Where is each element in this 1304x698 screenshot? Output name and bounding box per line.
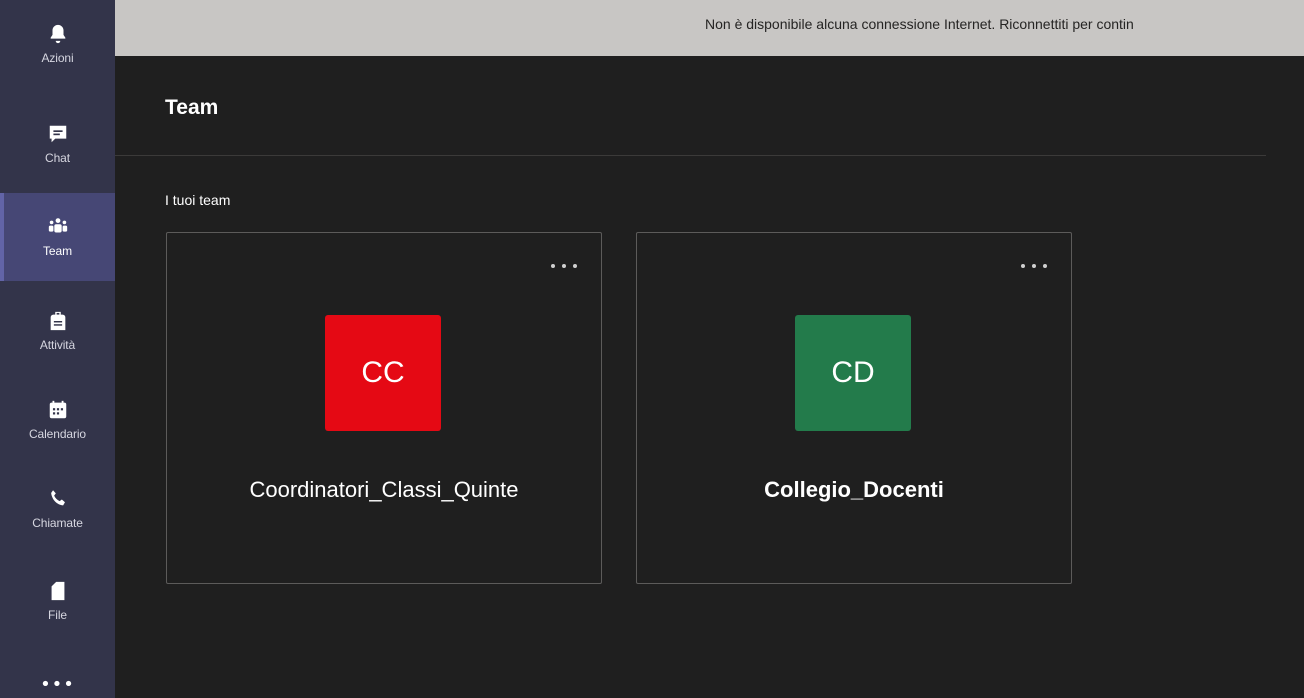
- rail-item-azioni[interactable]: Azioni: [0, 0, 115, 88]
- rail-item-calendario[interactable]: Calendario: [0, 376, 115, 464]
- dot-icon: [1021, 264, 1025, 268]
- more-apps-button[interactable]: •••: [0, 670, 115, 698]
- rail-item-team[interactable]: Team: [0, 193, 115, 281]
- team-name: Collegio_Docenti: [764, 477, 944, 502]
- rail-item-chat[interactable]: Chat: [0, 100, 115, 188]
- app-rail: Azioni Chat Team Attività Calendario Chi…: [0, 0, 115, 698]
- page-header: Team: [115, 56, 1266, 156]
- bell-icon: [44, 20, 72, 48]
- rail-item-attivita[interactable]: Attività: [0, 287, 115, 375]
- teams-app: Azioni Chat Team Attività Calendario Chi…: [0, 0, 1304, 698]
- team-card[interactable]: CC Coordinatori_Classi_Quinte: [166, 232, 602, 584]
- dot-icon: [562, 264, 566, 268]
- calendar-icon: [44, 396, 72, 424]
- offline-banner: Non è disponibile alcuna connessione Int…: [115, 0, 1304, 56]
- rail-item-label: Calendario: [28, 427, 87, 441]
- teams-icon: [44, 213, 72, 241]
- rail-item-label: File: [48, 608, 67, 622]
- team-avatar: CD: [795, 315, 911, 431]
- rail-item-file[interactable]: File: [0, 557, 115, 645]
- dot-icon: [573, 264, 577, 268]
- more-options-button[interactable]: [1021, 259, 1047, 273]
- team-card[interactable]: CD Collegio_Docenti: [636, 232, 1072, 584]
- section-title: I tuoi team: [165, 192, 231, 208]
- rail-item-label: Attività: [39, 338, 76, 352]
- chat-icon: [44, 120, 72, 148]
- more-options-button[interactable]: [551, 259, 577, 273]
- backpack-icon: [44, 307, 72, 335]
- phone-icon: [44, 485, 72, 513]
- page-title: Team: [165, 96, 219, 119]
- rail-item-label: Chat: [45, 151, 70, 165]
- dot-icon: [1032, 264, 1036, 268]
- team-avatar: CC: [325, 315, 441, 431]
- rail-item-label: Azioni: [41, 51, 74, 65]
- dot-icon: [1043, 264, 1047, 268]
- team-name: Coordinatori_Classi_Quinte: [249, 477, 519, 502]
- rail-item-label: Chiamate: [32, 516, 83, 530]
- offline-banner-text: Non è disponibile alcuna connessione Int…: [705, 16, 1134, 32]
- file-icon: [44, 577, 72, 605]
- rail-item-label: Team: [43, 244, 72, 258]
- rail-item-chiamate[interactable]: Chiamate: [0, 465, 115, 553]
- dot-icon: [551, 264, 555, 268]
